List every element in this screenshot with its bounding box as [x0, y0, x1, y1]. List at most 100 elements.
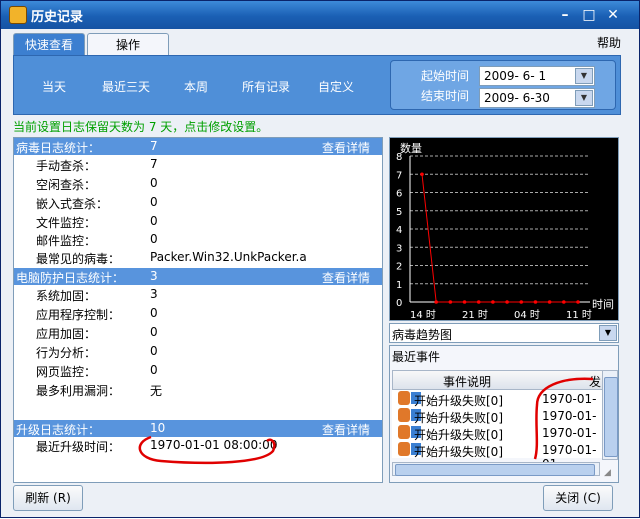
stat-label: 手动查杀：: [36, 159, 97, 173]
chart-ytick-label: 3: [396, 243, 402, 254]
scroll-thumb[interactable]: [604, 377, 618, 457]
protect-section-title: 电脑防护日志统计：: [16, 271, 125, 285]
chart-type-select[interactable]: 病毒趋势图 ▼: [389, 323, 619, 343]
filter-this-week[interactable]: 本周: [184, 78, 208, 95]
stat-value: 0: [150, 176, 158, 190]
recent-events-title: 最近事件: [392, 350, 441, 364]
stat-label: 嵌入式查杀：: [36, 197, 109, 211]
chart-point: [491, 300, 495, 304]
col-desc-header[interactable]: 事件说明: [443, 373, 491, 390]
help-link[interactable]: 帮助: [597, 34, 621, 51]
tab-quick-view[interactable]: 快速查看: [13, 33, 85, 56]
stat-row: 最多利用漏洞： 无: [14, 380, 382, 398]
warning-icon: [398, 408, 410, 422]
event-row[interactable]: 开始升级失败[0]1970-01-01: [392, 424, 602, 454]
stat-value: 0: [150, 325, 158, 339]
stat-value: 0: [150, 306, 158, 320]
trend-chart: 数量 时间 0 1 2 3 4 5 6 7 8 14 时 21 时 04 时 11 时: [389, 137, 619, 321]
close-icon[interactable]: ✕: [605, 7, 621, 23]
chart-ytick-label: 2: [396, 262, 402, 273]
refresh-button[interactable]: 刷新 (R): [13, 485, 83, 511]
stat-label: 应用加固：: [36, 327, 97, 341]
stats-panel: 病毒日志统计： 7 查看详情 手动查杀： 7 空闲查杀： 0 嵌入式查杀： 0 文件监…: [13, 137, 383, 483]
upgrade-total: 10: [150, 421, 166, 435]
stat-row: 网页监控： 0: [14, 361, 382, 379]
stat-value: 1970-01-01 08:00:00: [150, 438, 278, 452]
warning-icon: [398, 442, 410, 456]
chevron-down-icon[interactable]: ▼: [575, 90, 593, 106]
virus-section-title: 病毒日志统计：: [16, 141, 101, 155]
filter-today[interactable]: 当天: [42, 78, 66, 95]
stat-row: 手动查杀： 7: [14, 155, 382, 173]
chevron-down-icon[interactable]: ▼: [599, 325, 617, 341]
events-horizontal-scrollbar[interactable]: [392, 462, 600, 476]
event-desc: 开始升级失败[0]: [414, 445, 503, 459]
chart-point: [420, 172, 424, 177]
history-window: 历史记录 – □ ✕ 帮助 快速查看 操作 当天 最近三天 本周 所有记录 自定…: [0, 0, 640, 518]
chart-point: [462, 300, 467, 304]
stat-row: 系统加固： 3: [14, 285, 382, 303]
maximize-icon[interactable]: □: [581, 7, 597, 23]
end-date-picker[interactable]: 2009- 6-30 ▼: [479, 88, 595, 108]
stat-value: 0: [150, 214, 158, 228]
tab-operation[interactable]: 操作: [87, 33, 169, 56]
chart-xtick-label: 14 时: [410, 309, 436, 320]
event-row[interactable]: 开始升级失败[0]1970-01-01: [392, 407, 602, 437]
filter-custom[interactable]: 自定义: [318, 78, 354, 95]
chart-xlabel: 时间: [592, 298, 614, 311]
start-date-label: 起始时间: [421, 69, 470, 83]
protect-total: 3: [150, 269, 158, 283]
resize-grip-icon[interactable]: ◢: [604, 468, 614, 478]
warning-icon: [398, 391, 410, 405]
minimize-icon[interactable]: –: [557, 7, 573, 23]
stat-label: 行为分析：: [36, 346, 97, 360]
stat-label: 邮件监控：: [36, 234, 97, 248]
chart-ytick-label: 7: [396, 170, 402, 181]
virus-total: 7: [150, 139, 158, 153]
start-date-value: 2009- 6- 1: [484, 69, 547, 83]
chart-point: [519, 300, 524, 304]
retention-notice-link[interactable]: 当前设置日志保留天数为 7 天，点击修改设置。: [13, 118, 268, 135]
chart-type-value: 病毒趋势图: [392, 328, 453, 342]
close-button[interactable]: 关闭 (C): [543, 485, 613, 511]
trend-chart-svg: 数量 时间 0 1 2 3 4 5 6 7 8 14 时 21 时 04 时 11 时: [396, 142, 614, 321]
protect-details-link[interactable]: 查看详情: [322, 269, 370, 286]
stat-value: 0: [150, 195, 158, 209]
stat-value: 0: [150, 363, 158, 377]
chart-series-line: [421, 174, 578, 303]
stat-value: 0: [150, 232, 158, 246]
date-range-box: 起始时间 2009- 6- 1 ▼ 结束时间 2009- 6-30 ▼: [390, 60, 616, 110]
events-header: 事件说明 发: [392, 370, 604, 390]
virus-details-link[interactable]: 查看详情: [322, 139, 370, 156]
start-date-picker[interactable]: 2009- 6- 1 ▼: [479, 66, 595, 86]
title-bar: 历史记录 – □ ✕: [1, 1, 639, 29]
quick-filter-bar: 当天 最近三天 本周 所有记录 自定义 起始时间 2009- 6- 1 ▼ 结束…: [13, 55, 621, 115]
stat-row: 应用程序控制： 0: [14, 304, 382, 322]
event-row[interactable]: 开始升级失败[0]1970-01-01: [392, 390, 602, 420]
event-row[interactable]: 开始升级失败[0]1970-01-01: [392, 441, 602, 471]
stat-value: 0: [150, 344, 158, 358]
scroll-thumb[interactable]: [395, 464, 595, 476]
end-date-value: 2009- 6-30: [484, 91, 550, 105]
col-time-header[interactable]: 发: [589, 373, 601, 390]
events-vertical-scrollbar[interactable]: [602, 370, 618, 460]
stat-row: 空闲查杀： 0: [14, 174, 382, 192]
filter-last-three-days[interactable]: 最近三天: [102, 78, 150, 95]
right-panel: 数量 时间 0 1 2 3 4 5 6 7 8 14 时 21 时 04 时 11 时 病毒趋势图 ▼ …: [389, 137, 619, 483]
chart-ytick-label: 8: [396, 152, 402, 163]
chart-point: [576, 300, 580, 304]
chart-ytick-label: 0: [396, 298, 402, 309]
stat-value: 无: [150, 384, 163, 398]
stat-row: 应用加固： 0: [14, 323, 382, 341]
virus-section-header: 病毒日志统计： 7 查看详情: [14, 138, 382, 155]
stat-label: 应用程序控制：: [36, 308, 121, 322]
end-date-label: 结束时间: [421, 89, 470, 103]
chart-point: [505, 300, 509, 304]
stat-label: 文件监控：: [36, 216, 97, 230]
stat-row: 嵌入式查杀： 0: [14, 193, 382, 211]
chevron-down-icon[interactable]: ▼: [575, 68, 593, 84]
app-icon: [9, 6, 27, 24]
stat-value: 7: [150, 157, 158, 171]
protect-section-header: 电脑防护日志统计： 3 查看详情: [14, 268, 382, 285]
filter-all-records[interactable]: 所有记录: [242, 78, 290, 95]
